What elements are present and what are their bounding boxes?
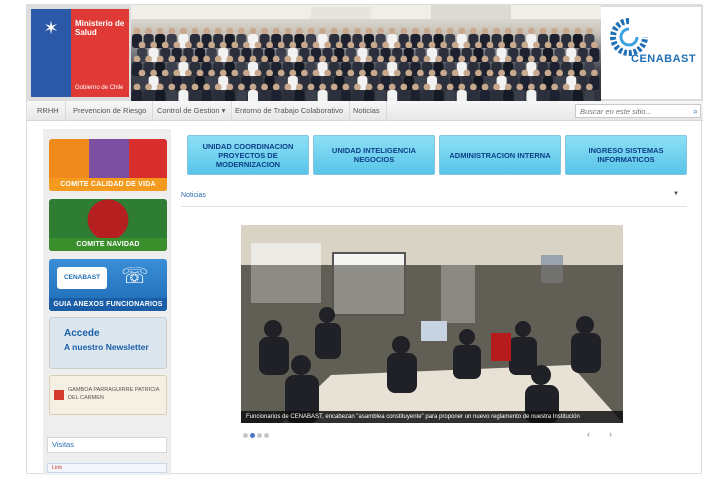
site-header: ✶ Ministerio de Salud Gobierno de Chile … bbox=[27, 5, 703, 101]
banner-newsletter[interactable]: Accede A nuestro Newsletter bbox=[49, 317, 167, 369]
caret-down-icon[interactable]: ▼ bbox=[673, 191, 679, 197]
staff-group-photo bbox=[131, 5, 601, 101]
news-section-label: Noticias bbox=[181, 192, 206, 199]
tile-unidad-inteligencia[interactable]: UNIDAD INTELIGENCIA NEGOCIOS bbox=[313, 135, 435, 175]
banner-guia-anexos[interactable]: CENABAST ☏ GUIA ANEXOS FUNCIONARIOS bbox=[49, 259, 167, 311]
gift-icon bbox=[54, 390, 64, 400]
group-photo-illustration bbox=[131, 5, 601, 101]
slide-caption: Funcionarios de CENABAST, encabezan "asa… bbox=[241, 411, 623, 423]
banner-caption: COMITE CALIDAD DE VIDA bbox=[49, 178, 167, 191]
left-sidebar: COMITE CALIDAD DE VIDA COMITE NAVIDAD CE… bbox=[43, 129, 171, 475]
carousel-next-button[interactable]: › bbox=[609, 429, 612, 439]
banner-birthday[interactable]: GAMBOA PARRAGUIRRE PATRICIA DEL CARMEN bbox=[49, 375, 167, 415]
news-slide[interactable]: Funcionarios de CENABAST, encabezan "asa… bbox=[241, 225, 623, 423]
meeting-photo-illustration bbox=[241, 225, 623, 423]
gobierno-de-chile-logo[interactable]: ✶ Ministerio de Salud Gobierno de Chile bbox=[31, 9, 129, 97]
nav-item-rrhh[interactable]: RRHH bbox=[31, 101, 66, 121]
nav-item-noticias[interactable]: Noticias bbox=[347, 101, 387, 121]
main-navigation: RRHH Prevencion de Riesgo Control de Ges… bbox=[27, 101, 703, 121]
coat-of-arms-icon: ✶ bbox=[43, 18, 59, 38]
intranet-page: ✶ Ministerio de Salud Gobierno de Chile … bbox=[26, 4, 703, 475]
ministry-title: Ministerio de Salud bbox=[75, 19, 125, 37]
newsletter-line-2: A nuestro Newsletter bbox=[64, 342, 149, 352]
carousel-prev-button[interactable]: ‹ bbox=[587, 429, 590, 439]
government-subtitle: Gobierno de Chile bbox=[75, 85, 124, 91]
carousel-dot-active[interactable] bbox=[250, 433, 255, 438]
links-widget[interactable]: Link bbox=[47, 463, 167, 473]
search-icon[interactable]: ⌕ bbox=[693, 105, 698, 117]
cenabast-logo[interactable]: CENABAST bbox=[601, 7, 701, 99]
cenabast-mark-icon bbox=[610, 18, 648, 56]
birthday-name: GAMBOA PARRAGUIRRE PATRICIA DEL CARMEN bbox=[68, 387, 160, 401]
carousel-indicators bbox=[243, 431, 271, 438]
news-section-header: Noticias ▼ bbox=[181, 187, 687, 207]
nav-item-prevencion-de-riesgo[interactable]: Prevencion de Riesgo bbox=[67, 101, 154, 121]
nav-item-control-de-gestion[interactable]: Control de Gestion ▾ bbox=[151, 101, 233, 121]
newsletter-line-1: Accede bbox=[64, 328, 100, 339]
search-input[interactable] bbox=[576, 105, 684, 117]
site-search: ⌕ bbox=[575, 104, 701, 118]
carousel-dot[interactable] bbox=[257, 433, 262, 438]
carousel-dot[interactable] bbox=[264, 433, 269, 438]
phone-icon: ☏ bbox=[121, 263, 149, 288]
tile-administracion-interna[interactable]: ADMINISTRACION INTERNA bbox=[439, 135, 561, 175]
nav-item-entorno-de-trabajo[interactable]: Entorno de Trabajo Colaborativo bbox=[229, 101, 350, 121]
carousel-dot[interactable] bbox=[243, 433, 248, 438]
cenabast-wordmark: CENABAST bbox=[631, 53, 697, 65]
banner-comite-navidad[interactable]: COMITE NAVIDAD bbox=[49, 199, 167, 251]
banner-caption: GUIA ANEXOS FUNCIONARIOS bbox=[49, 298, 167, 311]
tile-ingreso-sistemas[interactable]: INGRESO SISTEMAS INFORMATICOS bbox=[565, 135, 687, 175]
main-content: UNIDAD COORDINACION PROYECTOS DE MODERNI… bbox=[177, 129, 697, 475]
banner-comite-calidad-de-vida[interactable]: COMITE CALIDAD DE VIDA bbox=[49, 139, 167, 191]
banner-brand: CENABAST bbox=[57, 267, 107, 289]
banner-caption: COMITE NAVIDAD bbox=[49, 238, 167, 251]
visitas-widget[interactable]: Visitas bbox=[47, 437, 167, 453]
tile-unidad-coordinacion[interactable]: UNIDAD COORDINACION PROYECTOS DE MODERNI… bbox=[187, 135, 309, 175]
